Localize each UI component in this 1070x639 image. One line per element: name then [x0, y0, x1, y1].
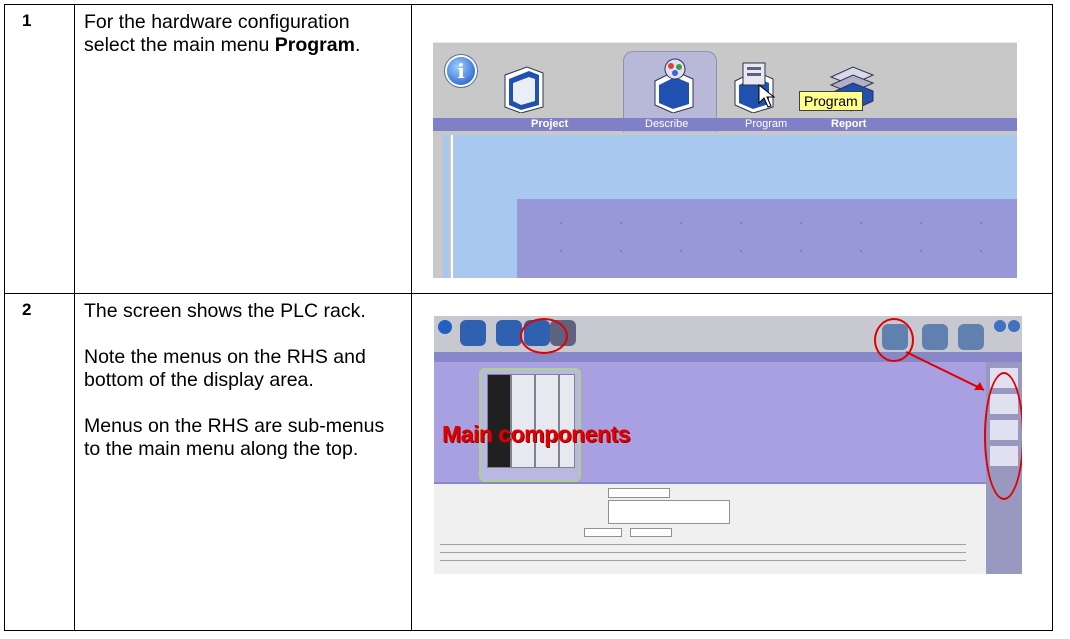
main-menu-bar: Project Describe Program Report	[433, 118, 1017, 131]
info-icon[interactable]	[1008, 320, 1020, 332]
submenu-icon[interactable]	[922, 324, 948, 350]
submenu-icon[interactable]	[958, 324, 984, 350]
instruction-table: 1 For the hardware configuration select …	[4, 4, 1053, 631]
main-components-label: Main components	[442, 421, 631, 447]
step-text-cell: The screen shows the PLC rack. Note the …	[74, 293, 412, 631]
mouse-pointer-icon	[758, 83, 776, 108]
module-reference-field[interactable]	[608, 488, 670, 498]
panel-button[interactable]	[630, 528, 672, 537]
tab-project[interactable]: Project	[531, 118, 568, 130]
dotted-grid-area	[517, 199, 1017, 278]
step-row-1: 1 For the hardware configuration select …	[4, 4, 1053, 294]
highlight-ellipse-program	[520, 318, 568, 354]
step-text: Menus on the RHS are sub-menus to the ma…	[84, 415, 385, 460]
table-divider	[440, 560, 966, 561]
step-number-cell: 2	[4, 293, 75, 631]
tab-describe[interactable]: Describe	[645, 118, 688, 130]
step-text: For the hardware configuration select th…	[84, 11, 389, 57]
step-row-2: 2 The screen shows the PLC rack. Note th…	[4, 293, 1053, 631]
screenshot-cell: Main components	[411, 293, 1053, 631]
step-text-cell: For the hardware configuration select th…	[74, 4, 412, 294]
project-folder-icon[interactable]	[499, 57, 547, 113]
tab-report[interactable]: Report	[831, 118, 866, 130]
red-arrow-icon	[905, 351, 985, 391]
app-screenshot-main-menu: i Program Project Describe Program Repor…	[433, 42, 1017, 278]
step-number: 1	[22, 11, 32, 30]
step-number-cell: 1	[4, 4, 75, 294]
module-description-box	[608, 500, 730, 524]
app-screenshot-plc-rack: Main components	[434, 316, 1022, 574]
project-icon[interactable]	[460, 320, 486, 346]
info-icon[interactable]	[438, 320, 452, 334]
step-number: 2	[22, 300, 32, 319]
tooltip-program: Program	[799, 91, 863, 111]
help-icon[interactable]	[994, 320, 1006, 332]
table-divider	[440, 544, 966, 545]
info-icon[interactable]: i	[447, 57, 475, 85]
tab-program[interactable]: Program	[745, 118, 787, 130]
bold-menu-name: Program	[274, 34, 355, 56]
panel-button[interactable]	[584, 528, 622, 537]
step-text: Note the menus on the RHS and bottom of …	[84, 346, 366, 391]
step-text: The screen shows the PLC rack.	[84, 300, 366, 322]
describe-icon[interactable]	[496, 320, 522, 346]
text-run: .	[354, 34, 361, 56]
table-divider	[440, 552, 966, 553]
screenshot-cell: i Program Project Describe Program Repor…	[411, 4, 1053, 294]
describe-icon[interactable]	[649, 57, 697, 113]
bottom-config-panel	[434, 482, 986, 574]
